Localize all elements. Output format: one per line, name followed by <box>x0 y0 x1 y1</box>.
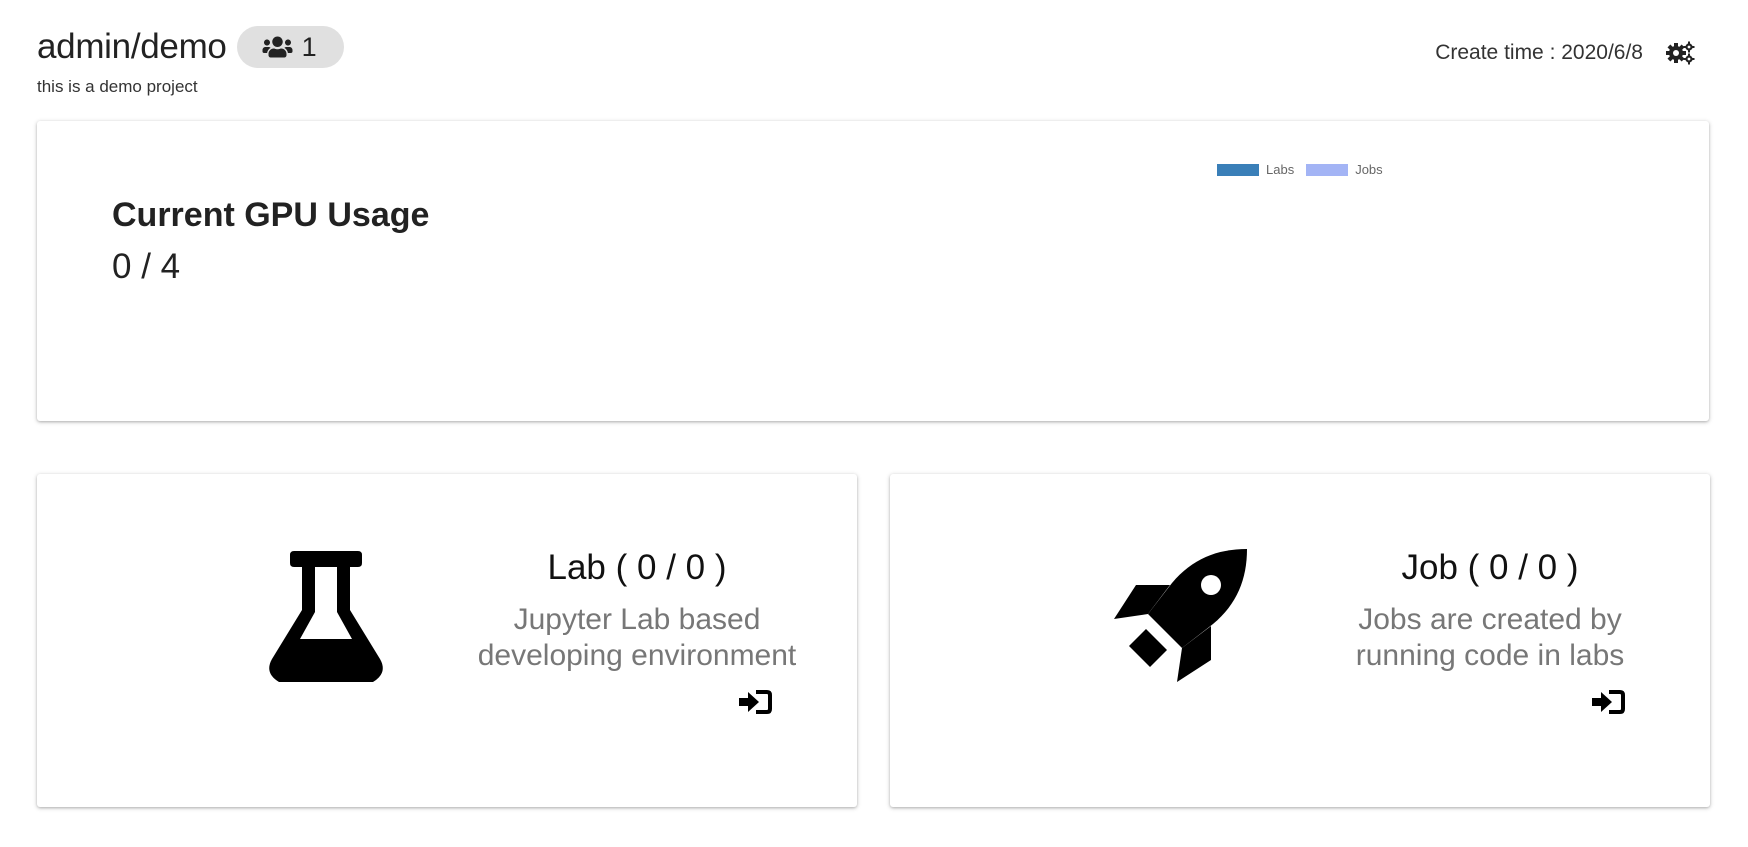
job-text: Job ( 0 / 0 ) Jobs are created by runnin… <box>1320 548 1660 674</box>
gears-icon <box>1666 41 1695 65</box>
legend-label-jobs: Jobs <box>1355 162 1383 177</box>
create-time: Create time : 2020/6/8 <box>1435 41 1643 64</box>
legend-item-jobs[interactable]: Jobs <box>1306 162 1383 177</box>
gpu-usage-value: 0 / 4 <box>112 247 181 286</box>
gpu-usage-title: Current GPU Usage <box>112 196 430 234</box>
legend-swatch-jobs <box>1306 163 1349 176</box>
rocket-icon <box>1114 549 1247 682</box>
job-heading: Job ( 0 / 0 ) <box>1401 548 1579 587</box>
chart-legend: Labs Jobs <box>1217 162 1395 177</box>
job-card[interactable]: Job ( 0 / 0 ) Jobs are created by runnin… <box>890 474 1710 807</box>
header-right: Create time : 2020/6/8 <box>1435 40 1695 66</box>
lab-card[interactable]: Lab ( 0 / 0 ) Jupyter Lab based developi… <box>37 474 857 807</box>
users-icon <box>262 36 293 58</box>
lab-text: Lab ( 0 / 0 ) Jupyter Lab based developi… <box>467 548 807 674</box>
project-header: admin/demo 1 this is a demo project Crea… <box>37 26 1711 106</box>
legend-swatch-labs <box>1217 163 1259 176</box>
legend-item-labs[interactable]: Labs <box>1217 162 1294 177</box>
flask-icon <box>269 551 383 682</box>
legend-label-labs: Labs <box>1266 162 1295 177</box>
lab-heading: Lab ( 0 / 0 ) <box>547 548 727 587</box>
project-title: admin/demo <box>37 27 227 66</box>
settings-button[interactable] <box>1665 40 1695 66</box>
job-description: Jobs are created by running code in labs <box>1355 603 1625 672</box>
sign-in-icon[interactable] <box>1592 688 1626 716</box>
lab-description: Jupyter Lab based developing environment <box>477 603 797 672</box>
members-chip[interactable]: 1 <box>236 26 344 68</box>
project-description: this is a demo project <box>37 77 198 96</box>
member-count: 1 <box>301 31 317 62</box>
gpu-usage-card: Current GPU Usage 0 / 4 Labs Jobs <box>37 121 1709 421</box>
sign-in-icon[interactable] <box>739 688 773 716</box>
